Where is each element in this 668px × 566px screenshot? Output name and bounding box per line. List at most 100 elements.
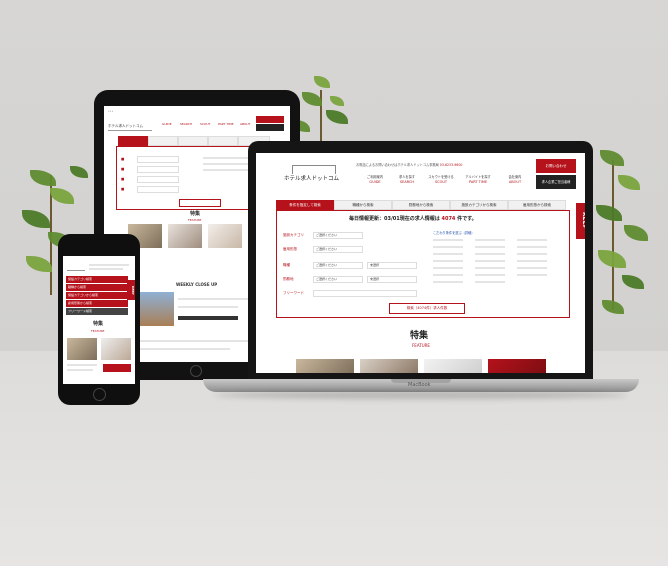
tablet-nav-about[interactable]: ABOUT [240,122,250,127]
laptop-shadow [215,391,627,399]
freeword-input[interactable] [313,290,417,297]
condition-item[interactable] [517,260,547,262]
condition-item[interactable] [475,267,505,269]
condition-item[interactable] [517,253,547,255]
plant-leaf [330,96,344,106]
nav-about-en: ABOUT [508,180,522,184]
plant-leaf [596,205,622,221]
condition-item[interactable] [433,253,463,255]
tablet-nav-guide[interactable]: GUIDE [162,122,172,127]
tablet-weekly-image[interactable] [140,292,174,326]
tablet-nav-search[interactable]: SEARCH [180,122,192,127]
plant-leaf [600,150,624,166]
plant-leaf [326,110,348,124]
tablet-tab-job[interactable] [148,136,178,146]
phone-feature-image[interactable] [101,338,131,360]
tablet-weekly-text [140,340,250,342]
condition-item[interactable] [475,274,505,276]
nav-scout[interactable]: スカウトを受ける SCOUT [424,175,458,185]
phone-rating-banner[interactable] [103,364,131,372]
condition-item[interactable] [517,239,547,241]
condition-item[interactable] [433,260,463,262]
site-logo[interactable]: ホテル求人ドットコム [284,163,344,185]
condition-item[interactable] [475,239,505,241]
select-employment-value: ご選択ください [316,247,338,251]
feature-image[interactable] [360,359,418,373]
phone-feature-image[interactable] [67,338,97,360]
tab-job[interactable]: 職種から検索 [334,200,392,210]
plant-leaf [602,300,624,314]
phone-feature-text [67,369,93,371]
keep-tab[interactable]: KEEP [576,203,585,239]
detail-conditions-link[interactable]: こだわり条件を選ぶ（詳細） [433,231,474,236]
phone-menu-item[interactable]: 施設カテゴリから検索 [66,292,128,299]
select-employment[interactable]: ご選択ください [313,246,363,253]
condition-item[interactable] [433,281,463,283]
top-notice: お電話によるお問い合わせはホテル求人ドットコム事務局 03-6233-9600 [356,163,462,168]
tab-category[interactable]: 施設カテゴリから検索 [450,200,508,210]
feature-image[interactable] [488,359,546,373]
phone-menu-item[interactable]: 雇用形態から検索 [66,300,128,307]
condition-item[interactable] [475,253,505,255]
company-button[interactable]: 求人企業ご担当者様 [536,175,576,189]
tab-condition[interactable]: 条件を指定して検索 [276,200,334,210]
select-area[interactable]: ご選択ください [313,276,363,283]
tablet-feature-image[interactable] [168,224,202,248]
tablet-label-area: ■ [121,187,125,191]
feature-image[interactable] [424,359,482,373]
plant-leaf [70,166,88,178]
plant-leaf [622,275,644,289]
top-notice-phone[interactable]: 03-6233-9600 [440,163,463,167]
plant-leaf [618,175,640,190]
phone-feature-sub: FEATURE [91,329,105,333]
select-job-detail[interactable]: 未選択 [367,262,417,269]
tablet-tab-area[interactable] [178,136,208,146]
phone-freeword-button[interactable]: フリーワード検索 [66,308,128,315]
condition-item[interactable] [517,274,547,276]
phone-logo[interactable] [67,262,85,271]
nav-search[interactable]: 求人を探す SEARCH [392,175,422,185]
tablet-contact-button[interactable] [256,116,284,123]
tablet-nav-parttime[interactable]: PART TIME [218,122,234,127]
condition-item[interactable] [433,239,463,241]
tablet-search-button[interactable] [179,199,221,207]
tablet-select-job[interactable] [137,176,179,183]
logo-building-icon [292,165,336,174]
condition-item[interactable] [517,267,547,269]
select-area-detail[interactable]: 未選択 [367,276,417,283]
select-category-value: ご選択ください [316,233,338,237]
select-job[interactable]: ご選択ください [313,262,363,269]
phone-menu-item[interactable]: 施設カテゴリ検索 [66,276,128,283]
tab-employment[interactable]: 雇用形態から検索 [508,200,566,210]
feature-image[interactable] [296,359,354,373]
select-area-value: ご選択ください [316,277,338,281]
tablet-tab-category[interactable] [208,136,238,146]
nav-about[interactable]: 会社案内 ABOUT [500,175,530,185]
tablet-feature-title: 特集 [190,211,201,217]
tablet-select-category[interactable] [137,156,179,163]
tab-area[interactable]: 勤務地から検索 [392,200,450,210]
phone-menu-item[interactable]: 職種から検索 [66,284,128,291]
tablet-nav-scout[interactable]: SCOUT [200,122,210,127]
label-category: 施設カテゴリ [283,233,304,237]
condition-item[interactable] [433,246,463,248]
condition-item[interactable] [475,260,505,262]
tablet-tab-condition[interactable] [118,136,148,146]
tablet-select-employment[interactable] [137,166,179,173]
condition-item[interactable] [433,267,463,269]
condition-item[interactable] [475,246,505,248]
phone-keep-tab[interactable]: KEEP [127,280,135,300]
phone-keep-label: KEEP [131,285,135,295]
nav-parttime[interactable]: アルバイトを探す PART TIME [460,175,496,185]
tablet-feature-image[interactable] [208,224,242,248]
condition-item[interactable] [475,281,505,283]
plant-leaf [26,256,52,272]
tablet-company-button[interactable] [256,124,284,131]
nav-guide[interactable]: ご利用案内 GUIDE [360,175,390,185]
select-category[interactable]: ご選択ください [313,232,363,239]
contact-button[interactable]: お問い合わせ [536,159,576,173]
condition-item[interactable] [433,274,463,276]
condition-item[interactable] [517,246,547,248]
search-button[interactable]: 検索（4074件）求人件数 [389,303,465,314]
tablet-select-area[interactable] [137,186,179,193]
